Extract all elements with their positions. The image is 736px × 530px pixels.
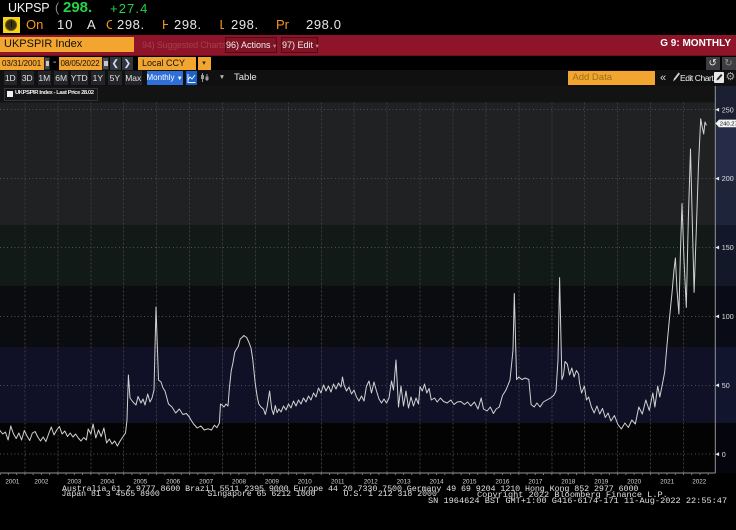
- svg-text:150: 150: [722, 243, 734, 252]
- svg-text:240.27: 240.27: [720, 122, 736, 128]
- svg-text:250: 250: [722, 105, 734, 114]
- svg-text:2021: 2021: [660, 479, 675, 486]
- svg-text:100: 100: [722, 312, 734, 321]
- svg-text:2002: 2002: [34, 479, 49, 486]
- svg-text:0: 0: [722, 450, 726, 459]
- svg-text:2001: 2001: [5, 479, 20, 486]
- svg-text:50: 50: [722, 381, 730, 390]
- svg-text:200: 200: [722, 174, 734, 183]
- svg-text:2022: 2022: [692, 479, 707, 486]
